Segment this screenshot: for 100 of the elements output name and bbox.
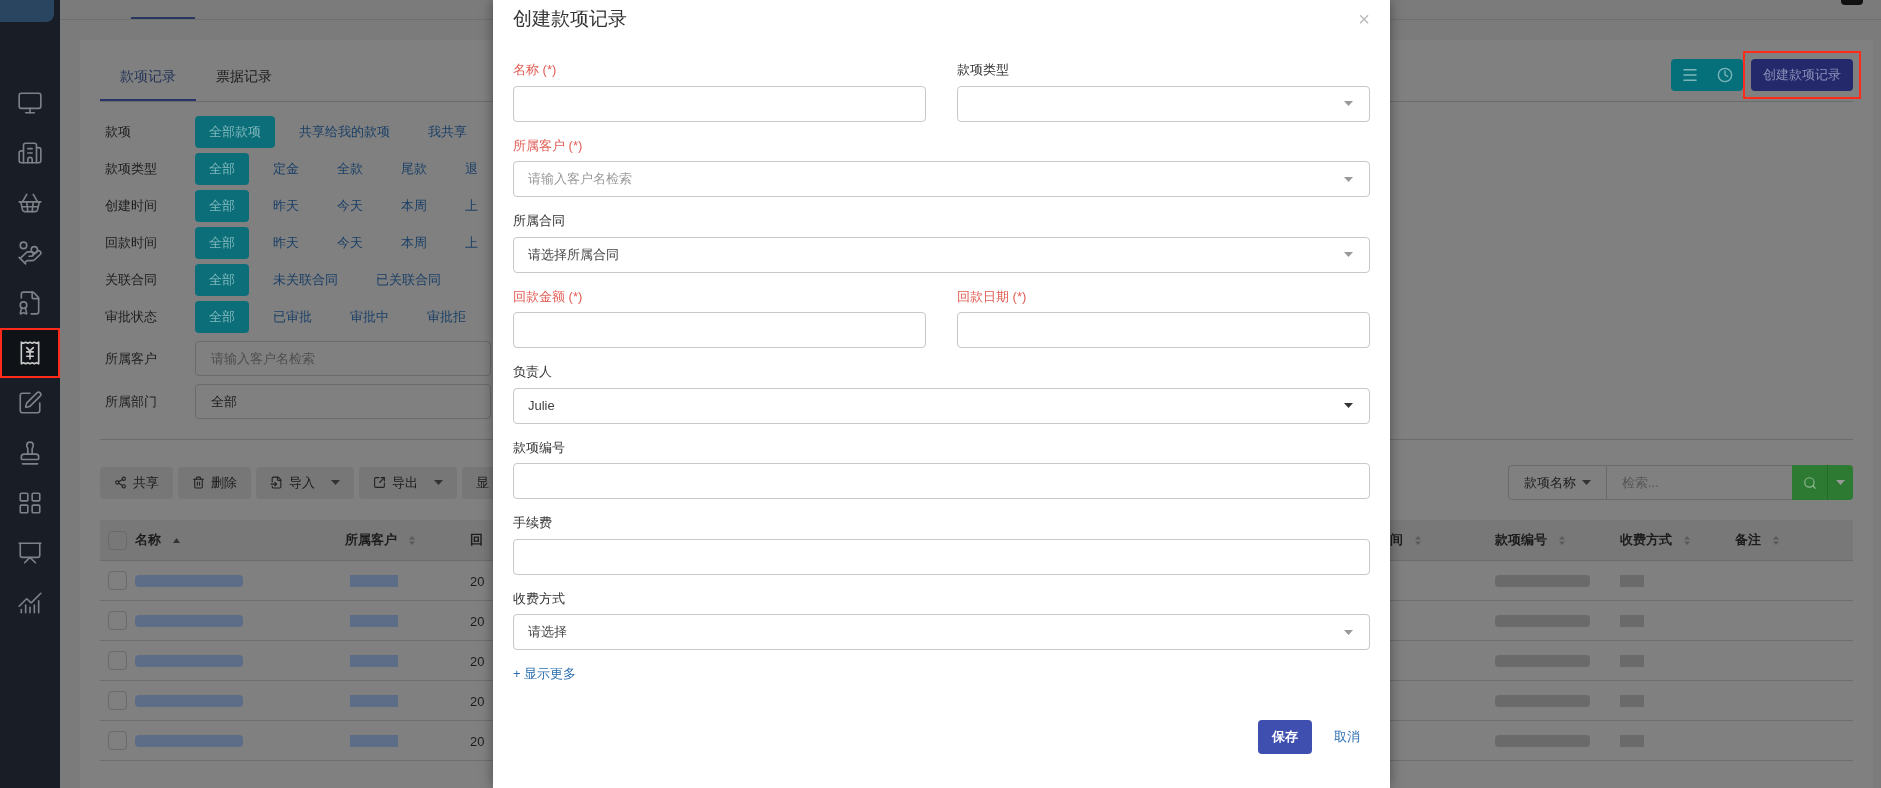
tab[interactable]: 款项记录 bbox=[100, 66, 196, 101]
blurred-text bbox=[350, 734, 398, 747]
caret-icon bbox=[1582, 480, 1591, 485]
filter-label: 款项类型 bbox=[104, 160, 158, 179]
input-field[interactable] bbox=[957, 312, 1370, 348]
show-more-link[interactable]: + 显示更多 bbox=[513, 664, 577, 684]
filter-option[interactable]: 我共享 bbox=[428, 122, 467, 142]
field-label: 手续费 bbox=[513, 514, 553, 532]
filter-option[interactable]: 全部 bbox=[195, 301, 249, 333]
caret-icon bbox=[1344, 629, 1353, 635]
input-field[interactable] bbox=[513, 538, 1370, 575]
filter-option[interactable]: 已审批 bbox=[273, 307, 312, 327]
input-field[interactable] bbox=[513, 85, 926, 122]
filter-option[interactable]: 未关联合同 bbox=[273, 270, 338, 290]
input-field[interactable] bbox=[513, 463, 1370, 499]
sort-icon[interactable] bbox=[1773, 535, 1779, 545]
select-field[interactable]: 请选择 bbox=[513, 614, 1370, 650]
column-header[interactable]: 收费方式 bbox=[1620, 530, 1672, 550]
filter-label: 款项 bbox=[104, 123, 132, 142]
caret-icon bbox=[1836, 480, 1845, 485]
field-label: 款项编号 bbox=[513, 438, 566, 457]
filter-option[interactable]: 全部 bbox=[195, 227, 249, 259]
sort-icon[interactable] bbox=[1415, 535, 1421, 545]
trash-icon bbox=[192, 476, 205, 489]
field-label: 回款日期 (*) bbox=[957, 287, 1028, 306]
edit-icon bbox=[17, 390, 43, 416]
filter-option[interactable]: 全部 bbox=[195, 190, 249, 222]
field-label: 款项类型 bbox=[957, 61, 1010, 79]
select-field[interactable] bbox=[957, 85, 1370, 122]
select-field[interactable]: 请输入客户名检索 bbox=[513, 161, 1370, 197]
filter-option[interactable]: 昨天 bbox=[273, 233, 299, 253]
filter-option[interactable]: 全部 bbox=[195, 264, 249, 296]
filter-option[interactable]: 昨天 bbox=[273, 196, 299, 216]
filter-option[interactable]: 今天 bbox=[337, 233, 363, 253]
cancel-button[interactable]: 取消 bbox=[1334, 726, 1360, 747]
share-icon bbox=[114, 476, 127, 489]
field-label: 所属合同 bbox=[513, 212, 566, 230]
blurred-text bbox=[350, 614, 398, 627]
blurred-text bbox=[350, 654, 398, 667]
close-button[interactable]: × bbox=[1358, 9, 1370, 29]
select-field[interactable]: Julie bbox=[513, 387, 1370, 424]
filter-option[interactable]: 退 bbox=[465, 159, 478, 179]
sort-icon[interactable] bbox=[173, 537, 180, 543]
filter-option[interactable]: 全款 bbox=[337, 159, 363, 179]
sort-icon[interactable] bbox=[1684, 535, 1690, 545]
filter-option[interactable]: 上 bbox=[465, 196, 478, 216]
select-field[interactable]: 请选择所属合同 bbox=[513, 236, 1370, 273]
department-select[interactable]: 全部 bbox=[195, 384, 491, 419]
filter-option[interactable]: 共享给我的款项 bbox=[299, 122, 390, 142]
tab[interactable]: 票据记录 bbox=[196, 66, 292, 101]
field-label: 名称 (*) bbox=[513, 61, 558, 79]
search-options-button[interactable] bbox=[1827, 465, 1853, 500]
search-field-selector[interactable]: 款项名称 bbox=[1508, 465, 1607, 500]
filter-option[interactable]: 本周 bbox=[401, 233, 427, 253]
dialog-title: 创建款项记录 bbox=[513, 6, 627, 31]
filter-option[interactable]: 定金 bbox=[273, 159, 299, 179]
column-header[interactable]: 回 bbox=[470, 530, 483, 550]
search-button[interactable] bbox=[1792, 465, 1827, 500]
blurred-text bbox=[350, 694, 398, 707]
column-header[interactable]: 款项编号 bbox=[1495, 530, 1547, 550]
list-view-icon[interactable] bbox=[1681, 66, 1699, 84]
toolbar-button[interactable]: 共享 bbox=[100, 466, 173, 499]
sort-icon[interactable] bbox=[409, 535, 415, 545]
filter-option[interactable]: 审批拒 bbox=[427, 307, 466, 327]
filter-option[interactable]: 审批中 bbox=[350, 307, 389, 327]
column-header[interactable]: 备注 bbox=[1735, 530, 1761, 550]
filter-option[interactable]: 今天 bbox=[337, 196, 363, 216]
filter-option[interactable]: 全部 bbox=[195, 153, 249, 185]
logo-icon bbox=[0, 0, 54, 22]
filter-label: 审批状态 bbox=[104, 308, 158, 327]
clock-icon[interactable] bbox=[1717, 67, 1733, 83]
toolbar-button[interactable]: 删除 bbox=[178, 466, 251, 499]
filter-option[interactable]: 上 bbox=[465, 233, 478, 253]
filter-option[interactable]: 尾款 bbox=[401, 159, 427, 179]
table-cell: 20 bbox=[470, 653, 485, 669]
chart-icon bbox=[17, 590, 43, 616]
sidebar-item[interactable] bbox=[0, 328, 60, 378]
table-cell: 20 bbox=[470, 693, 485, 709]
caret-icon bbox=[1344, 101, 1353, 106]
caret-icon bbox=[1344, 176, 1353, 182]
field-label: 收费方式 bbox=[513, 589, 566, 608]
save-button[interactable]: 保存 bbox=[1258, 719, 1312, 754]
sort-icon[interactable] bbox=[1559, 535, 1565, 545]
create-record-button[interactable]: 创建款项记录 bbox=[1751, 59, 1853, 91]
caret-icon bbox=[331, 480, 340, 485]
filter-option[interactable]: 已关联合同 bbox=[376, 270, 441, 290]
column-header[interactable]: 名称 bbox=[135, 530, 161, 550]
field-label: 所属客户 (*) bbox=[513, 136, 584, 155]
filter-option[interactable]: 本周 bbox=[401, 196, 427, 216]
caret-icon bbox=[434, 480, 443, 485]
filter-label: 所属客户 bbox=[104, 349, 158, 368]
input-field[interactable] bbox=[513, 312, 926, 348]
toolbar-button[interactable]: 导入 bbox=[256, 466, 354, 499]
toolbar-button[interactable]: 导出 bbox=[359, 466, 457, 499]
board-icon bbox=[17, 540, 43, 566]
column-header[interactable]: 间 bbox=[1390, 530, 1403, 550]
filter-option[interactable]: 全部款项 bbox=[195, 116, 275, 148]
building-icon bbox=[17, 140, 43, 166]
column-header[interactable]: 所属客户 bbox=[345, 530, 397, 550]
filter-label: 创建时间 bbox=[104, 197, 158, 216]
